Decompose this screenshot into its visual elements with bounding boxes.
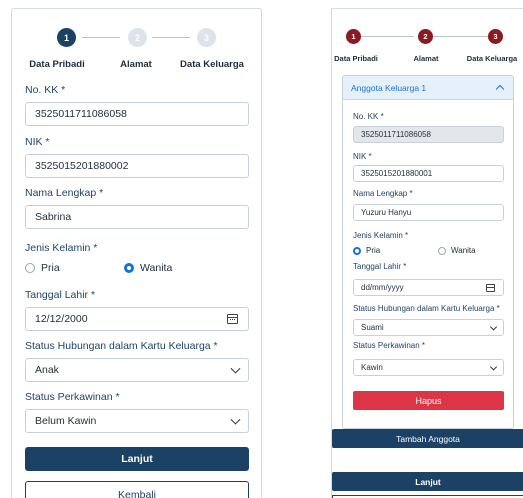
step-3-indicator: 3 — [197, 28, 216, 47]
step-3-indicator: 3 — [488, 29, 503, 44]
status-perkawinan-select[interactable]: Kawin — [353, 359, 504, 376]
status-perkawinan-label: Status Perkawinan * — [353, 341, 426, 350]
radio-wanita[interactable]: Wanita — [438, 246, 476, 255]
chevron-up-icon[interactable] — [495, 84, 505, 94]
nik-label: NIK * — [353, 152, 372, 161]
step-3-label: Data Keluarga — [180, 59, 244, 70]
tanggal-lahir-input[interactable]: 12/12/2000 — [25, 307, 249, 331]
registration-form-step1: 1 2 3 Data Pribadi Alamat Data Keluarga … — [11, 8, 262, 498]
radio-button[interactable] — [25, 263, 35, 273]
status-hubungan-value: Anak — [35, 364, 59, 376]
chevron-down-icon — [489, 322, 498, 331]
calendar-icon[interactable] — [486, 283, 495, 292]
status-hubungan-label: Status Hubungan dalam Kartu Keluarga * — [353, 304, 500, 313]
step-2-indicator: 2 — [418, 29, 433, 44]
tambah-anggota-button[interactable]: Tambah Anggota — [332, 429, 523, 448]
nama-lengkap-label: Nama Lengkap * — [25, 187, 104, 199]
radio-wanita-label: Wanita — [140, 262, 173, 274]
registration-form-step3: 1 2 3 Data Pribadi Alamat Data Keluarga … — [331, 8, 523, 498]
anggota-keluarga-accordion: Anggota Keluarga 1 No. KK * 352501171108… — [342, 75, 514, 429]
no-kk-input: 3525011711086058 — [353, 126, 504, 143]
tanggal-lahir-label: Tanggal Lahir * — [353, 262, 407, 271]
chevron-down-icon — [489, 362, 498, 371]
radio-wanita-label: Wanita — [451, 246, 476, 255]
status-perkawinan-select[interactable]: Belum Kawin — [25, 409, 249, 433]
no-kk-label: No. KK * — [353, 112, 384, 121]
stepper-connector — [433, 36, 488, 37]
jenis-kelamin-label: Jenis Kelamin * — [25, 242, 98, 254]
nama-lengkap-input[interactable]: Yuzuru Hanyu — [353, 204, 504, 221]
step-1-label: Data Pribadi — [334, 54, 378, 63]
tanggal-lahir-input[interactable]: dd/mm/yyyy — [353, 279, 504, 296]
radio-button-selected[interactable] — [353, 246, 361, 255]
radio-button-selected[interactable] — [124, 263, 134, 273]
tanggal-lahir-value: 12/12/2000 — [35, 313, 88, 325]
tanggal-lahir-placeholder: dd/mm/yyyy — [361, 283, 404, 292]
nama-lengkap-input[interactable]: Sabrina — [25, 205, 249, 229]
no-kk-input[interactable]: 3525011711086058 — [25, 102, 249, 126]
jenis-kelamin-label: Jenis Kelamin * — [353, 231, 409, 240]
status-perkawinan-label: Status Perkawinan * — [25, 391, 120, 403]
nik-label: NIK * — [25, 136, 50, 148]
progress-stepper: 1 2 3 Data Pribadi Alamat Data Keluarga — [332, 9, 523, 63]
radio-pria[interactable]: Pria — [353, 246, 380, 255]
status-hubungan-select[interactable]: Anak — [25, 358, 249, 382]
step-2-label: Alamat — [120, 59, 152, 70]
radio-pria[interactable]: Pria — [25, 262, 60, 274]
lanjut-button[interactable]: Lanjut — [332, 472, 523, 491]
step-2-label: Alamat — [413, 54, 439, 63]
calendar-icon[interactable] — [227, 314, 238, 324]
status-hubungan-label: Status Hubungan dalam Kartu Keluarga * — [25, 340, 218, 352]
radio-wanita[interactable]: Wanita — [124, 262, 172, 274]
nik-input[interactable]: 3525015201880001 — [353, 165, 504, 182]
no-kk-label: No. KK * — [25, 84, 66, 96]
step-3-label: Data Keluarga — [466, 54, 518, 63]
nik-input[interactable]: 3525015201880002 — [25, 154, 249, 178]
chevron-down-icon — [230, 363, 241, 374]
step-1-indicator: 1 — [57, 28, 76, 47]
step-1-indicator: 1 — [346, 29, 361, 44]
status-hubungan-select[interactable]: Suami — [353, 319, 504, 336]
status-perkawinan-value: Kawin — [361, 363, 383, 372]
radio-pria-label: Pria — [41, 262, 60, 274]
status-hubungan-value: Suami — [361, 323, 384, 332]
tanggal-lahir-label: Tanggal Lahir * — [25, 289, 96, 301]
progress-stepper: 1 2 3 Data Pribadi Alamat Data Keluarga — [12, 9, 261, 70]
nama-lengkap-label: Nama Lengkap * — [353, 189, 413, 198]
step-1-label: Data Pribadi — [29, 59, 85, 70]
chevron-down-icon — [230, 414, 241, 425]
step-2-indicator: 2 — [128, 28, 147, 47]
lanjut-button[interactable]: Lanjut — [25, 447, 249, 471]
radio-button[interactable] — [438, 246, 446, 255]
stepper-connector — [82, 37, 120, 38]
stepper-connector — [359, 36, 414, 37]
accordion-title: Anggota Keluarga 1 — [351, 83, 427, 93]
kembali-button[interactable]: Kembali — [25, 481, 249, 498]
accordion-header[interactable]: Anggota Keluarga 1 — [343, 76, 513, 100]
radio-pria-label: Pria — [366, 246, 381, 255]
stepper-connector — [152, 37, 190, 38]
status-perkawinan-value: Belum Kawin — [35, 415, 97, 427]
hapus-button[interactable]: Hapus — [353, 391, 504, 410]
